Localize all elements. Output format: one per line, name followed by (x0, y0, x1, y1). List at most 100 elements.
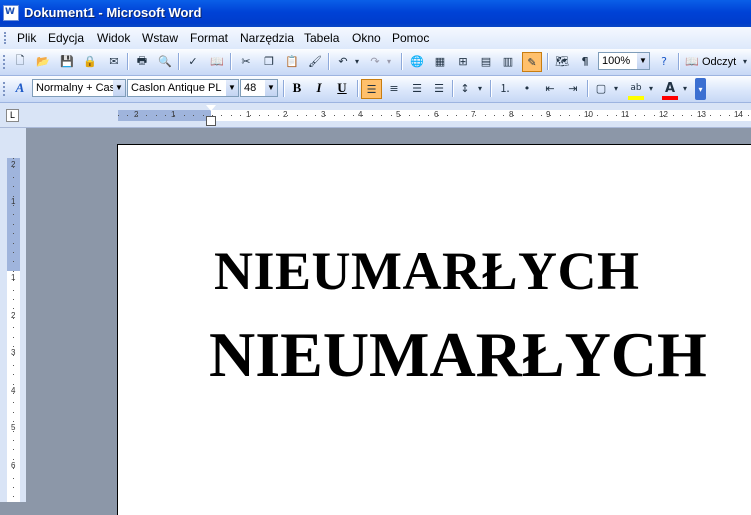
email-icon[interactable]: ✉ (106, 53, 122, 69)
format-painter-icon[interactable]: 🖌 (307, 53, 323, 69)
redo-dropdown-icon[interactable]: ▾ (384, 53, 394, 69)
ruler-tick (13, 327, 14, 328)
left-indent-marker[interactable] (206, 116, 216, 126)
ruler-tick (503, 115, 504, 116)
border-dropdown-icon[interactable]: ▾ (611, 80, 621, 96)
insert-excel-icon[interactable]: ▤ (478, 53, 494, 69)
ruler-tick (13, 224, 14, 225)
highlight-dropdown-icon[interactable]: ▾ (646, 80, 656, 96)
open-folder-icon[interactable]: 📂 (35, 53, 51, 69)
italic-button[interactable]: I (309, 80, 329, 98)
zoom-select[interactable]: 100% ▼ (598, 52, 650, 70)
hyperlink-icon[interactable]: 🌐 (409, 53, 425, 69)
permission-icon[interactable]: 🔒 (82, 53, 98, 69)
font-size-select[interactable]: 48 ▼ (240, 79, 278, 97)
separator (328, 53, 330, 70)
undo-icon[interactable]: ↶ (335, 53, 351, 69)
ruler-tick (344, 115, 345, 116)
copy-icon[interactable]: ❐ (261, 53, 277, 69)
tab-selector-button[interactable]: L (6, 109, 19, 122)
align-center-icon[interactable]: ≡ (386, 80, 402, 96)
ruler-tick (13, 243, 14, 244)
line-spacing-dropdown-icon[interactable]: ▾ (475, 80, 485, 96)
ruler-tick (13, 431, 14, 432)
paste-icon[interactable]: 📋 (284, 53, 300, 69)
document-text-line-2[interactable]: NIEUMARŁYCH (209, 318, 707, 392)
menu-window[interactable]: Okno (352, 31, 381, 45)
ruler-tick (428, 115, 429, 116)
justify-icon[interactable]: ☰ (431, 80, 447, 96)
horizontal-ruler[interactable]: L 211234567891011121314 (0, 103, 751, 128)
style-select[interactable]: Normalny + Cas ▼ (32, 79, 126, 97)
research-icon[interactable]: 📖 (209, 53, 225, 69)
window-title: Dokument1 - Microsoft Word (24, 5, 202, 20)
line-spacing-icon[interactable]: ↕ (457, 80, 473, 96)
vertical-ruler[interactable]: 21123456 (0, 128, 26, 502)
menu-format[interactable]: Format (190, 31, 228, 45)
drawing-icon[interactable]: ✎ (522, 52, 542, 72)
read-icon[interactable]: 📖 (684, 53, 700, 69)
font-size-value: 48 (244, 82, 257, 94)
bold-button[interactable]: B (287, 80, 307, 98)
underline-button[interactable]: U (332, 80, 352, 98)
print-preview-icon[interactable]: 🔍 (157, 53, 173, 69)
numbering-icon[interactable]: ⒈ (497, 80, 513, 96)
ruler-tick (13, 261, 14, 262)
decrease-indent-icon[interactable]: ⇤ (542, 80, 558, 96)
document-map-icon[interactable]: 🗺 (554, 53, 570, 69)
spelling-icon[interactable]: ✓ (185, 53, 201, 69)
font-color-icon[interactable]: A (662, 80, 678, 96)
show-formatting-icon[interactable]: ¶ (577, 53, 593, 69)
menu-table[interactable]: Tabela (304, 31, 339, 45)
first-line-indent-marker[interactable] (206, 105, 216, 111)
word-app-icon[interactable]: W (3, 5, 19, 21)
align-left-icon[interactable]: ☰ (361, 79, 382, 99)
highlight-icon[interactable]: ab (628, 80, 644, 96)
ruler-tick (13, 290, 14, 291)
menu-insert[interactable]: Wstaw (142, 31, 178, 45)
new-document-icon[interactable]: 🗋 (12, 53, 28, 69)
menu-view[interactable]: Widok (97, 31, 130, 45)
style-value: Normalny + Cas (36, 82, 116, 94)
undo-dropdown-icon[interactable]: ▾ (352, 53, 362, 69)
font-color-dropdown-icon[interactable]: ▾ (680, 80, 690, 96)
ruler-tick (560, 115, 561, 116)
bullets-icon[interactable]: • (519, 80, 535, 96)
toolbar-options-icon[interactable]: ▾ (740, 53, 750, 69)
zoom-value: 100% (602, 55, 631, 67)
columns-icon[interactable]: ▥ (500, 53, 516, 69)
ruler-tick (13, 355, 14, 356)
document-text-line-1[interactable]: NIEUMARŁYCH (214, 240, 640, 302)
align-right-icon[interactable]: ☰ (409, 80, 425, 96)
menu-grip-handle[interactable] (4, 32, 9, 44)
formatting-toolbar: A Normalny + Cas ▼ Caslon Antique PL ▼ 4… (0, 76, 751, 103)
ruler-tick (588, 115, 589, 116)
save-icon[interactable]: 💾 (59, 53, 75, 69)
print-icon[interactable]: 🖶 (134, 53, 150, 69)
toolbar-grip[interactable] (3, 55, 5, 69)
menu-file[interactable]: Plik (17, 31, 36, 45)
chevron-down-icon[interactable]: ▼ (113, 80, 125, 96)
chevron-down-icon[interactable]: ▼ (226, 80, 238, 96)
read-button-label[interactable]: Odczyt (702, 56, 736, 68)
redo-icon[interactable]: ↷ (367, 53, 383, 69)
ruler-tick (174, 115, 175, 116)
styles-formatting-icon[interactable]: A (12, 80, 28, 96)
toolbar-grip[interactable] (3, 82, 5, 96)
ruler-tick (13, 440, 14, 441)
toolbar-options-icon[interactable]: ▾ (695, 78, 706, 100)
ruler-tick (720, 115, 721, 116)
insert-table-icon[interactable]: ⊞ (455, 53, 471, 69)
border-icon[interactable]: ▢ (593, 80, 609, 96)
menu-help[interactable]: Pomoc (392, 31, 429, 45)
menu-edit[interactable]: Edycja (48, 31, 84, 45)
menu-tools[interactable]: Narzędzia (240, 31, 294, 45)
menu-bar: Plik Edycja Widok Wstaw Format Narzędzia… (0, 27, 751, 50)
help-icon[interactable]: ? (656, 53, 672, 69)
increase-indent-icon[interactable]: ⇥ (565, 80, 581, 96)
chevron-down-icon[interactable]: ▼ (265, 80, 277, 96)
font-select[interactable]: Caslon Antique PL ▼ (127, 79, 239, 97)
chevron-down-icon[interactable]: ▼ (637, 53, 649, 69)
cut-icon[interactable]: ✂ (238, 53, 254, 69)
tables-borders-icon[interactable]: ▦ (432, 53, 448, 69)
